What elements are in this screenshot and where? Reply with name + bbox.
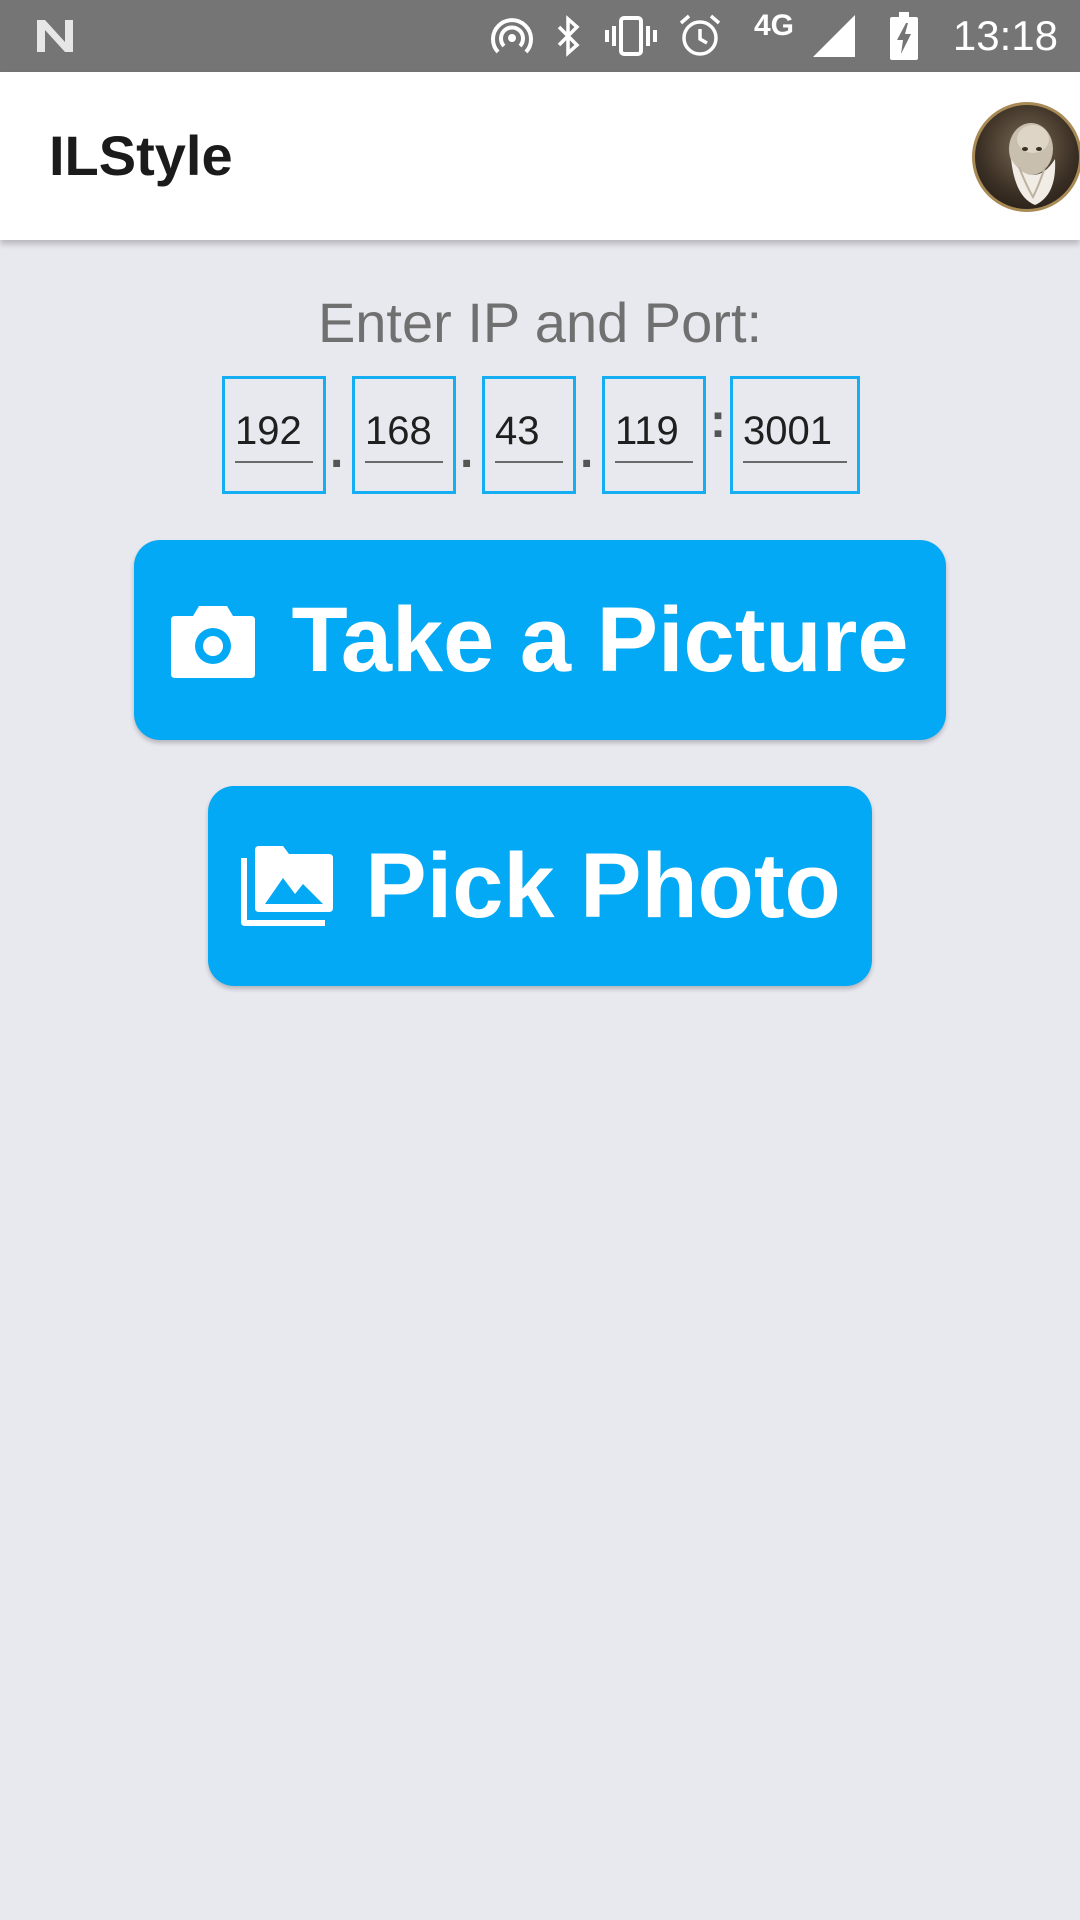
network-type-label: 4G [753, 9, 795, 42]
ip-octet-1-value[interactable]: 192 [235, 401, 313, 463]
pick-photo-label: Pick Photo [365, 834, 841, 937]
status-bar: 4G 13:18 [0, 0, 1080, 72]
take-picture-button[interactable]: Take a Picture [134, 540, 946, 740]
avatar-bust-icon[interactable] [972, 102, 1080, 212]
app-bar: ILStyle [0, 72, 1080, 240]
app-title: ILStyle [49, 124, 233, 187]
ip-separator-dot: . [460, 425, 474, 478]
ip-octet-2-value[interactable]: 168 [365, 401, 443, 463]
ip-octet-4-field[interactable]: 119 [602, 376, 706, 494]
port-separator-colon: : [710, 395, 726, 448]
ip-octet-3-field[interactable]: 43 [482, 376, 576, 494]
ip-octet-1-field[interactable]: 192 [222, 376, 326, 494]
status-time: 13:18 [952, 12, 1058, 59]
bluetooth-icon [552, 12, 586, 60]
ip-separator-dot: . [580, 425, 594, 478]
port-value[interactable]: 3001 [743, 401, 847, 463]
ip-octet-2-field[interactable]: 168 [352, 376, 456, 494]
ip-octet-4-value[interactable]: 119 [615, 401, 693, 463]
vibrate-icon [602, 12, 660, 60]
port-field[interactable]: 3001 [730, 376, 860, 494]
camera-icon [171, 602, 256, 678]
battery-charging-icon [884, 12, 924, 60]
ip-port-label: Enter IP and Port: [317, 291, 763, 354]
ip-port-row: 192 . 168 . 43 . 119 : 3001 [0, 376, 1080, 494]
pick-photo-button[interactable]: Pick Photo [208, 786, 872, 986]
signal-icon [810, 12, 858, 60]
ip-octet-3-value[interactable]: 43 [495, 401, 563, 463]
n-logo-icon [30, 12, 80, 60]
alarm-icon [676, 12, 724, 60]
hotspot-icon [488, 12, 536, 60]
take-picture-label: Take a Picture [291, 588, 909, 691]
photo-library-icon [239, 844, 335, 928]
ip-separator-dot: . [330, 425, 344, 478]
